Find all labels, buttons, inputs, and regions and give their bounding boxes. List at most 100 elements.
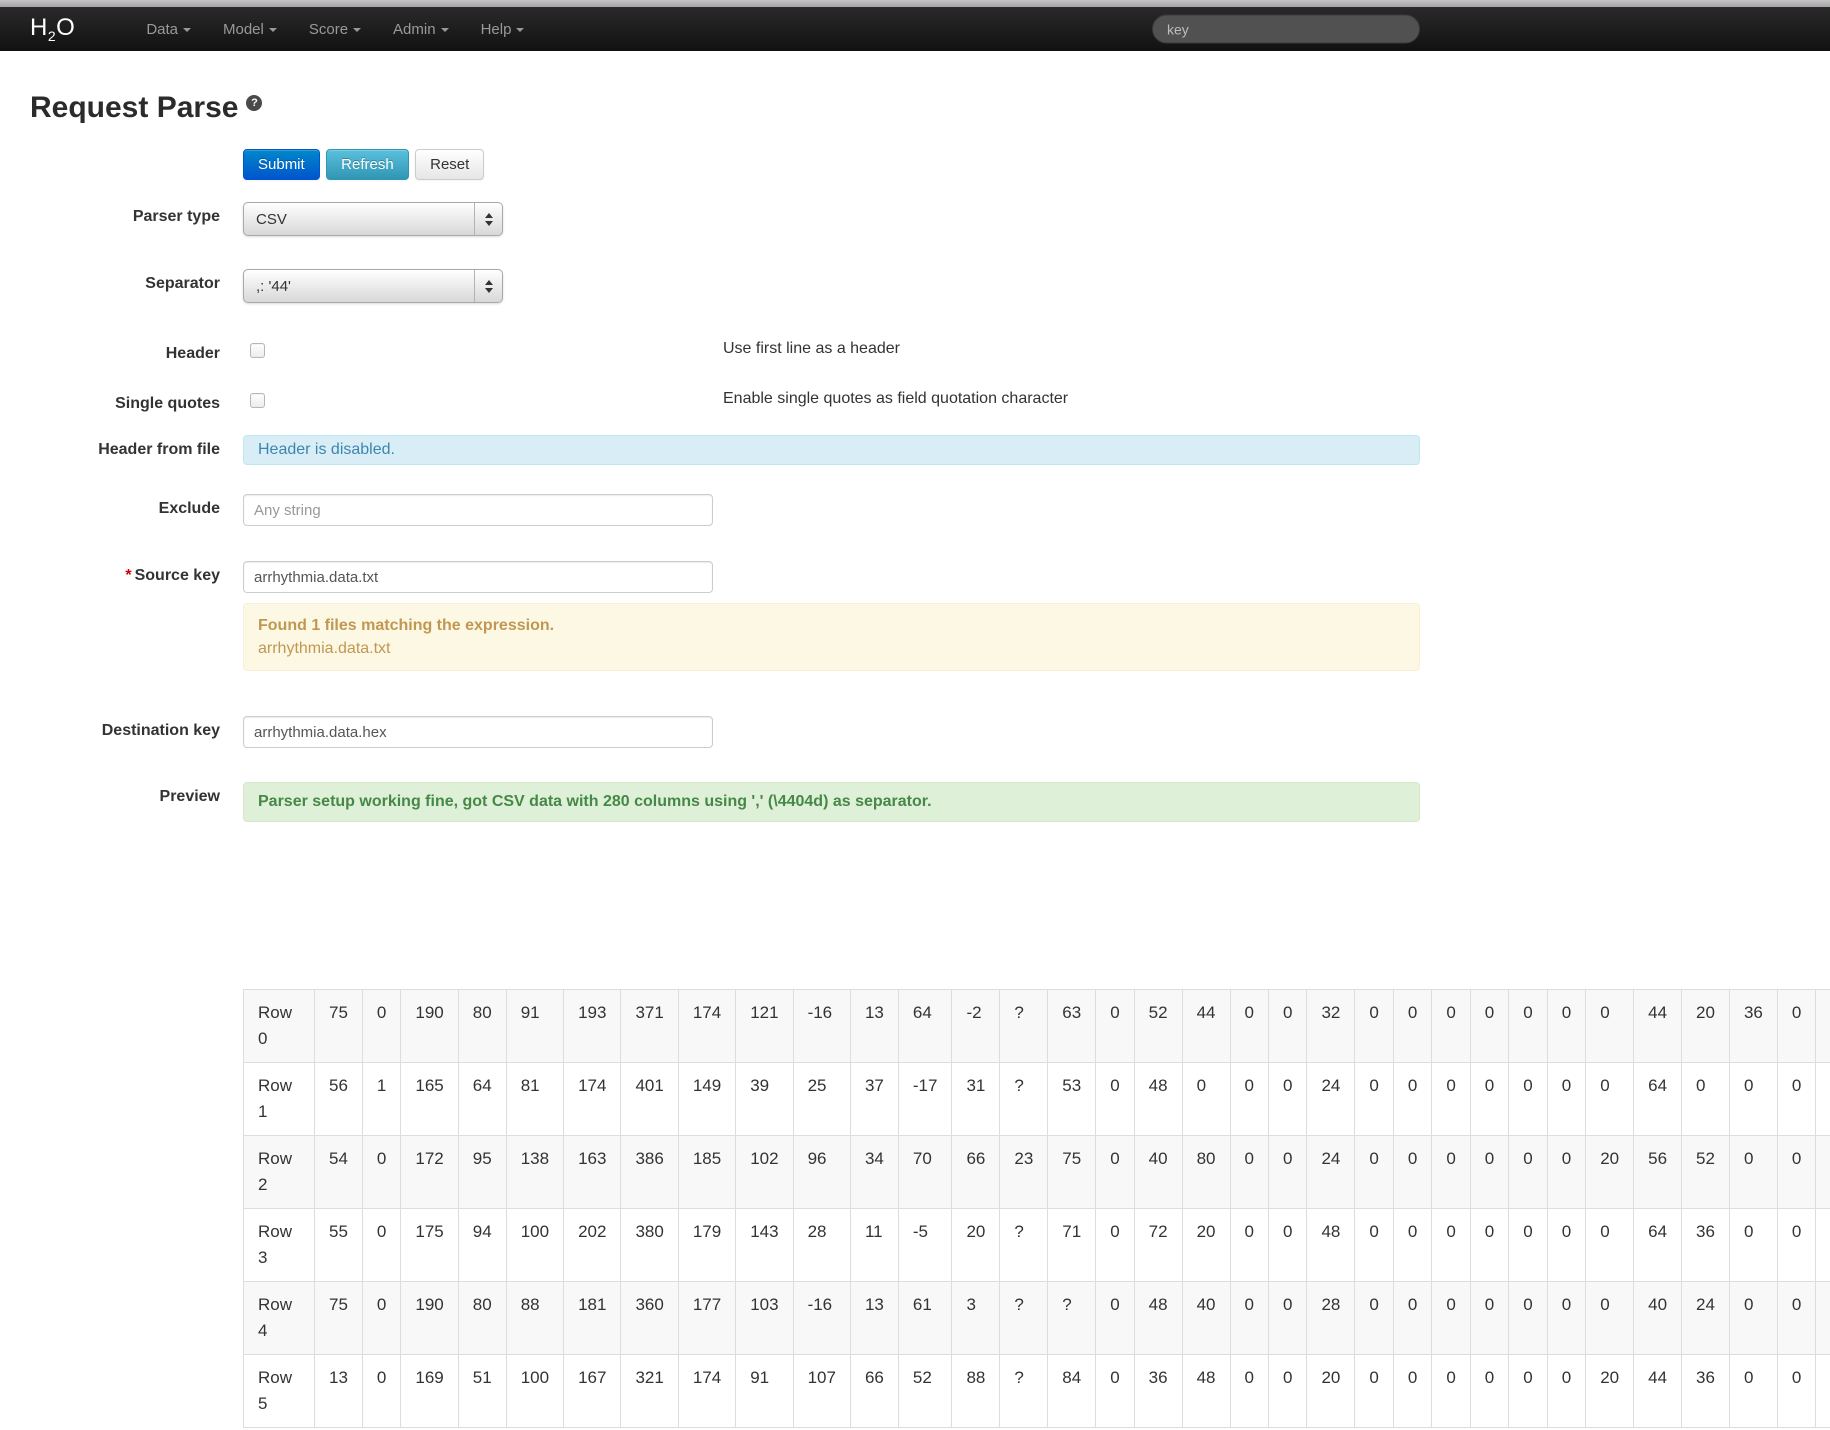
- destination-key-input[interactable]: [243, 716, 713, 748]
- table-cell: 72: [1133, 1208, 1183, 1282]
- table-cell: 36: [1681, 1354, 1730, 1428]
- required-asterisk: *: [125, 567, 132, 584]
- row-label: Row 0: [243, 989, 315, 1063]
- navbar-search-input[interactable]: [1152, 14, 1420, 44]
- row-label: Row 4: [243, 1281, 315, 1355]
- table-cell: ?: [999, 1354, 1049, 1428]
- table-cell: 0: [1469, 1354, 1510, 1428]
- table-cell: 0: [361, 1281, 402, 1355]
- table-cell: 0: [1585, 989, 1635, 1063]
- table-row: Row 2 54 0 172 95 138 163 386 185 102 96 34 70 66 23 75…: [243, 1135, 1830, 1209]
- table-cell: 0: [1229, 1354, 1269, 1428]
- table-cell: 20: [1306, 1354, 1356, 1428]
- table-cell: 64: [1633, 1062, 1683, 1136]
- warning-title: Found 1 files matching the expression.: [258, 617, 555, 634]
- table-cell: 360: [620, 1281, 679, 1355]
- preview-table: Row 0 75 0 190 80 91 193 371 174 121 -16 13 64 -2? 63 0…: [243, 989, 1830, 1428]
- table-cell: 0: [1469, 989, 1510, 1063]
- table-row: Row 5 13 0 169 51 100 167 321 174 91 107 66 52 88? 84 0…: [243, 1354, 1830, 1428]
- nav-item-model[interactable]: Model: [207, 7, 293, 51]
- table-cell: 0: [1469, 1208, 1510, 1282]
- table-cell: 20: [1181, 1208, 1231, 1282]
- table-cell: 75: [314, 989, 363, 1063]
- table-cell: 34: [849, 1135, 899, 1209]
- table-cell: 91: [735, 1354, 794, 1428]
- table-cell: 0: [1776, 1281, 1817, 1355]
- table-cell: 52: [897, 1354, 953, 1428]
- table-cell: 0: [1431, 1062, 1471, 1136]
- nav-item-data[interactable]: Data: [130, 7, 207, 51]
- table-cell: -5: [897, 1208, 953, 1282]
- table-cell: 0: [1392, 1208, 1433, 1282]
- table-cell: 0: [1681, 1062, 1730, 1136]
- table-cell: 0: [1585, 1208, 1635, 1282]
- table-cell: -2: [951, 989, 1001, 1063]
- nav-item-score[interactable]: Score: [293, 7, 377, 51]
- table-cell: 0: [1546, 1281, 1587, 1355]
- table-cell: 103: [735, 1281, 794, 1355]
- window-top-strip: [0, 0, 1830, 7]
- table-cell: 0: [361, 1135, 402, 1209]
- exclude-label: Exclude: [158, 500, 220, 517]
- separator-label: Separator: [145, 275, 220, 292]
- table-cell: 64: [457, 1062, 507, 1136]
- table-cell: 55: [314, 1208, 363, 1282]
- parser-type-select[interactable]: CSV: [243, 202, 503, 236]
- table-row: Row 1 56 1 165 64 81 174 401 149 39 25 37 -17 31? 53 0 4…: [243, 1062, 1830, 1136]
- table-cell: 401: [620, 1062, 679, 1136]
- caret-down-icon: [516, 28, 525, 32]
- table-cell: 24: [1815, 1062, 1830, 1136]
- separator-value: ,: '44': [256, 277, 291, 295]
- refresh-button[interactable]: Refresh: [326, 149, 409, 180]
- exclude-input[interactable]: [243, 494, 713, 526]
- preview-label: Preview: [159, 788, 220, 805]
- table-cell: 70: [897, 1135, 953, 1209]
- table-cell: 0: [1431, 1135, 1471, 1209]
- table-cell: 88: [951, 1354, 1001, 1428]
- table-cell: 0: [1546, 1208, 1587, 1282]
- table-cell: 53: [1047, 1062, 1097, 1136]
- table-cell: 371: [620, 989, 679, 1063]
- table-cell: 190: [400, 1281, 459, 1355]
- table-cell: 0: [361, 1354, 402, 1428]
- select-spinner-icon: [474, 203, 502, 235]
- separator-select[interactable]: ,: '44': [243, 269, 503, 303]
- table-cell: ?: [999, 1208, 1049, 1282]
- table-cell: 44: [1633, 989, 1683, 1063]
- single-quotes-checkbox[interactable]: [250, 393, 265, 408]
- help-icon[interactable]: ?: [246, 95, 263, 111]
- table-cell: 81: [505, 1062, 565, 1136]
- table-cell: 40: [1633, 1281, 1683, 1355]
- table-cell: 0: [1508, 1135, 1548, 1209]
- table-cell: 44: [1181, 989, 1231, 1063]
- navbar: H2O Data Model Score Admin Help: [0, 7, 1830, 51]
- table-cell: 48: [1133, 1062, 1183, 1136]
- submit-button[interactable]: Submit: [243, 149, 320, 180]
- table-cell: 0: [1229, 1062, 1269, 1136]
- reset-button[interactable]: Reset: [415, 149, 485, 180]
- nav-item-help[interactable]: Help: [465, 7, 541, 51]
- table-cell: 0: [1392, 1135, 1433, 1209]
- table-cell: 52: [1133, 989, 1183, 1063]
- table-cell: 0: [1229, 1135, 1269, 1209]
- table-cell: 185: [677, 1135, 737, 1209]
- table-cell: 175: [400, 1208, 459, 1282]
- table-cell: 0: [1546, 989, 1587, 1063]
- table-cell: 91: [505, 989, 565, 1063]
- table-cell: 66: [951, 1135, 1001, 1209]
- table-cell: 64: [1633, 1208, 1683, 1282]
- table-cell: 51: [457, 1354, 507, 1428]
- table-cell: 0: [1229, 1208, 1269, 1282]
- table-cell: 0: [1728, 1208, 1778, 1282]
- select-spinner-icon: [474, 270, 502, 302]
- source-key-input[interactable]: [243, 561, 713, 593]
- table-cell: 174: [563, 1062, 622, 1136]
- nav-item-admin[interactable]: Admin: [377, 7, 465, 51]
- header-checkbox[interactable]: [250, 343, 265, 358]
- header-disabled-info: Header is disabled.: [243, 435, 1420, 465]
- table-row: Row 0 75 0 190 80 91 193 371 174 121 -16 13 64 -2? 63 0…: [243, 989, 1830, 1063]
- table-cell: 0: [1776, 1354, 1817, 1428]
- app-logo[interactable]: H2O: [30, 14, 75, 44]
- table-cell: 163: [563, 1135, 622, 1209]
- table-cell: 28: [1815, 989, 1830, 1063]
